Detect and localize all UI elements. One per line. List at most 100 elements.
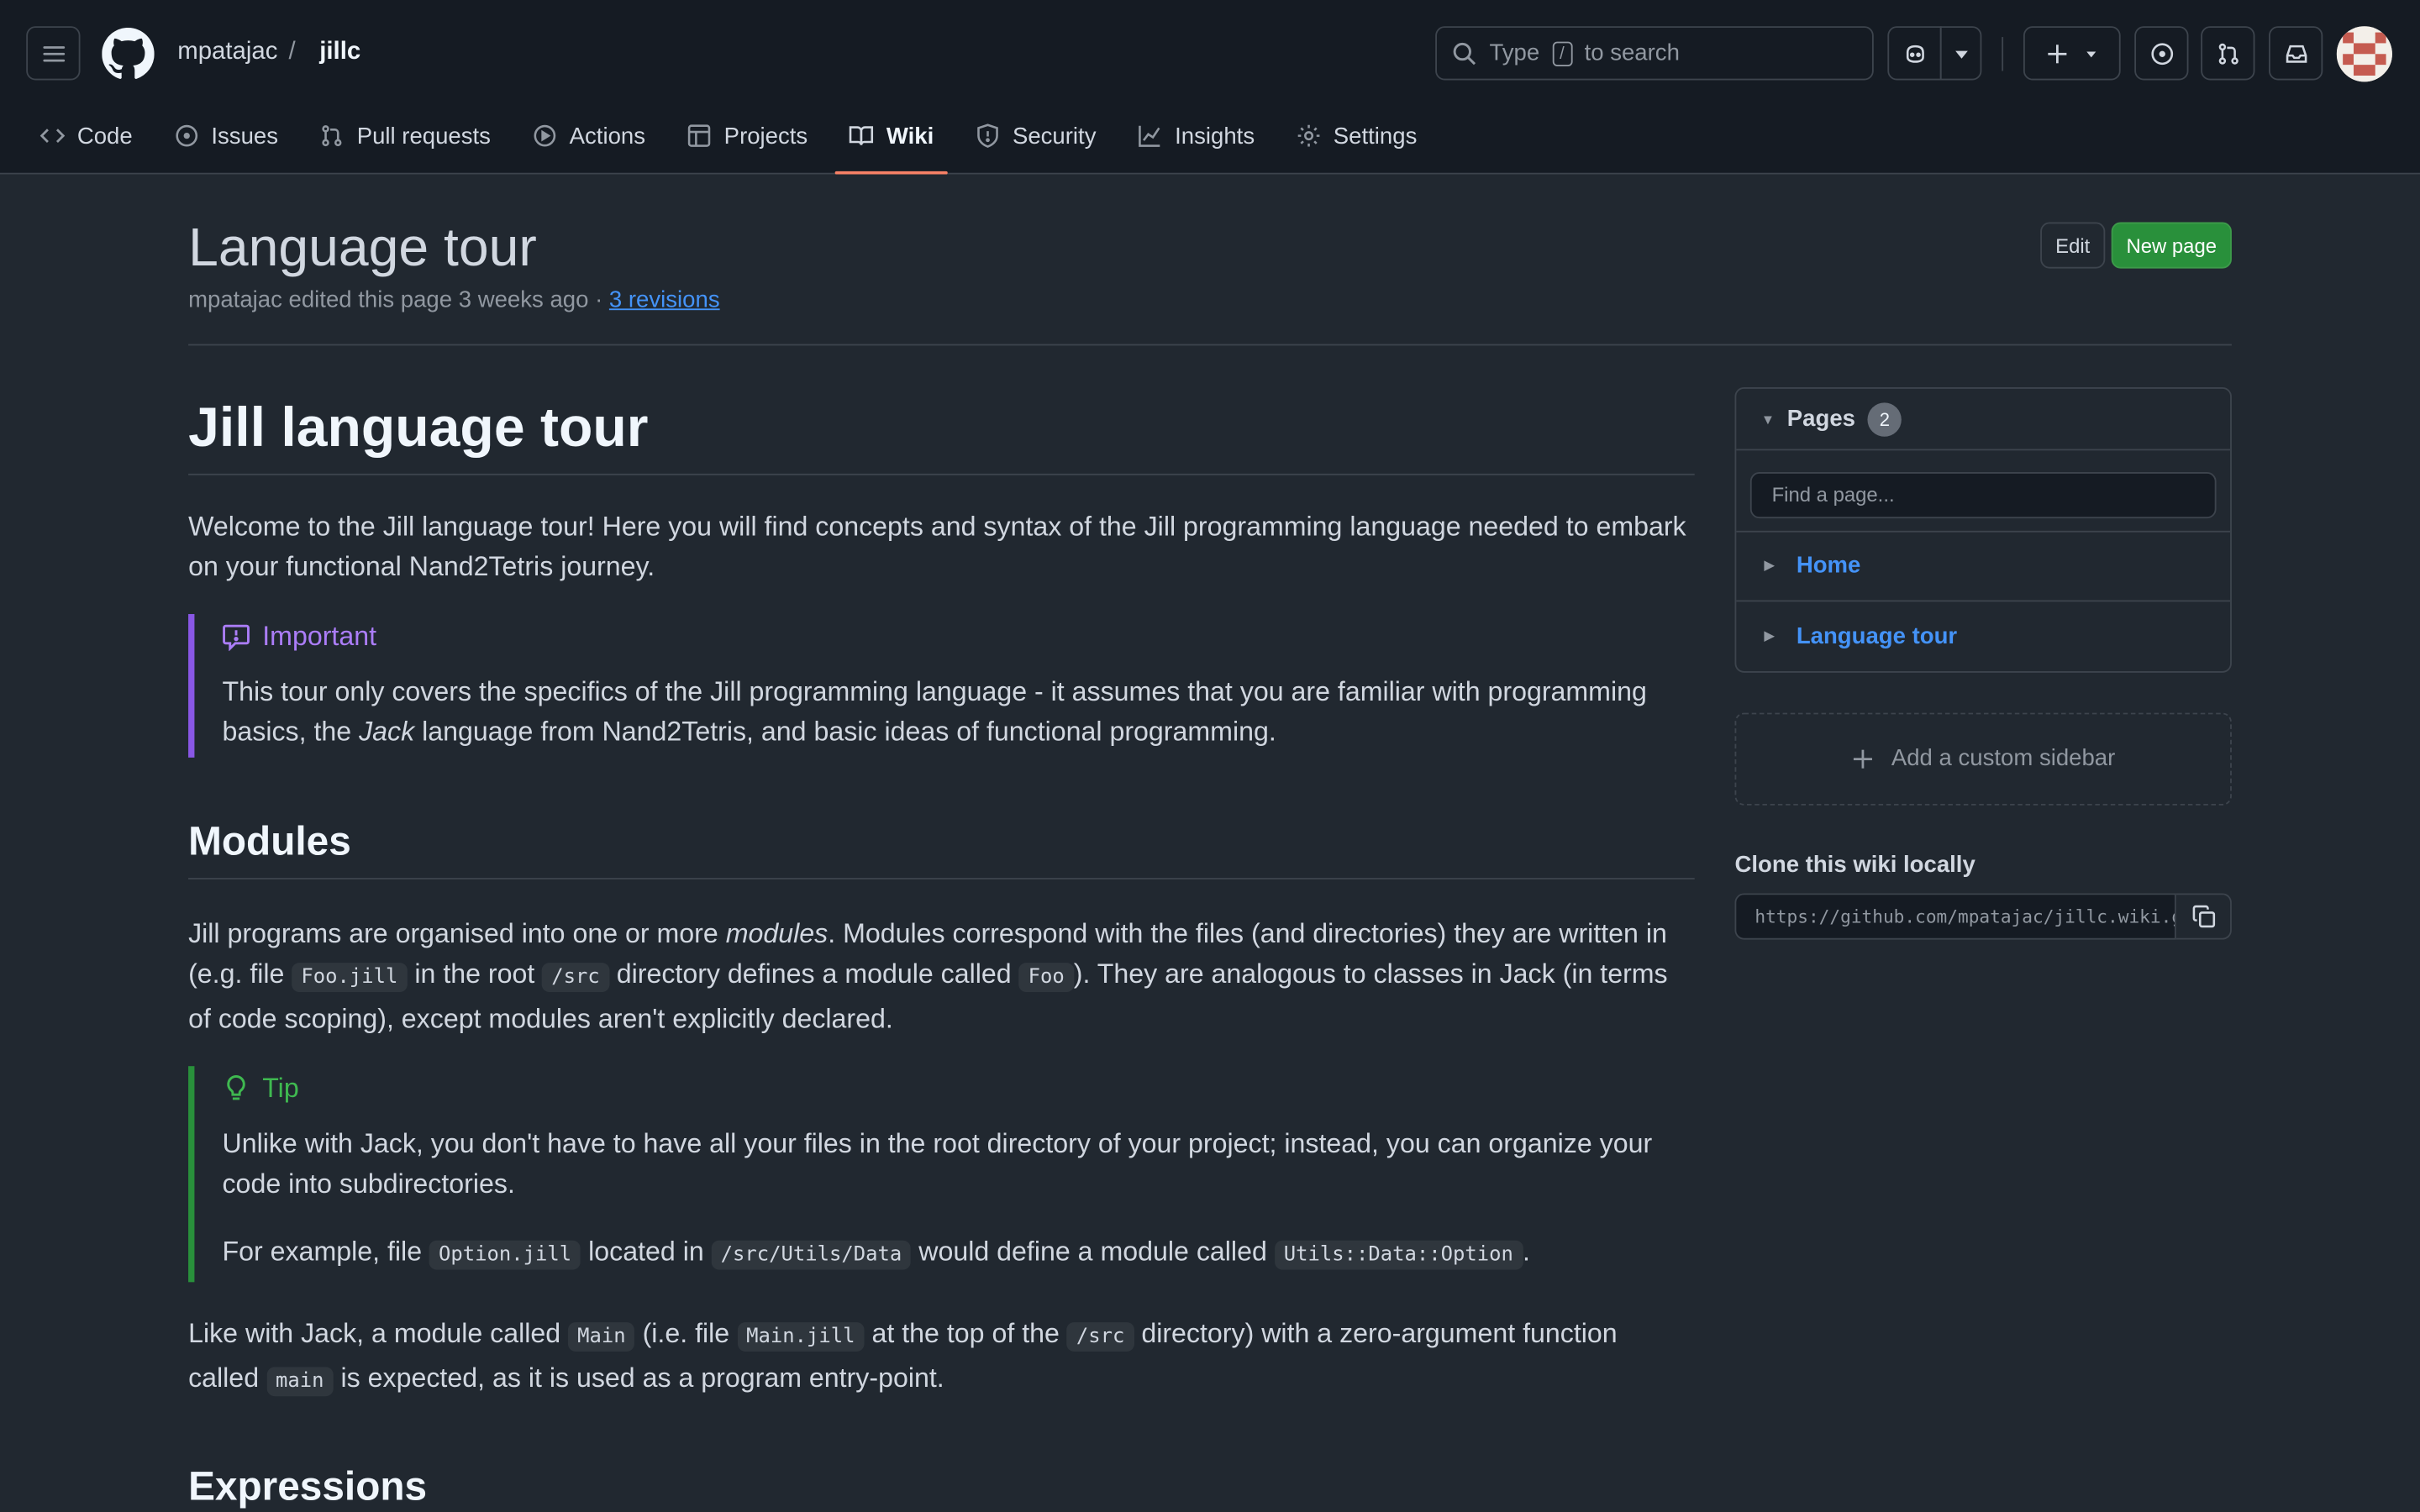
github-logo-icon[interactable] (102, 28, 155, 80)
tab-label: Security (1012, 123, 1097, 150)
inline-code: Foo (1018, 962, 1074, 992)
tab-projects[interactable]: Projects (673, 108, 822, 164)
pages-count-badge: 2 (1867, 402, 1902, 436)
text-run: For example, file (222, 1235, 430, 1267)
tab-settings[interactable]: Settings (1282, 108, 1431, 164)
tip-paragraph: Unlike with Jack, you don't have to have… (222, 1126, 1653, 1199)
search-input[interactable]: Type / to search (1435, 26, 1874, 81)
clone-url: https://github.com/mpatajac/jillc.wiki.g… (1754, 905, 2176, 927)
intro-paragraph: Welcome to the Jill language tour! Here … (188, 510, 1686, 582)
tab-label: Actions (569, 123, 646, 150)
issue-icon (2150, 42, 2173, 65)
inbox-button[interactable] (2269, 26, 2323, 81)
inline-code: Option.jill (429, 1239, 581, 1269)
page-meta: mpatajac edited this page 3 weeks ago · … (188, 287, 720, 313)
important-paragraph: This tour only covers the specifics of t… (222, 671, 1694, 752)
copilot-button[interactable] (1887, 26, 1942, 81)
header-divider (2002, 37, 2004, 71)
page-title: Language tour (188, 217, 537, 278)
text-run: in the root (407, 957, 543, 989)
modules-heading: Modules (188, 816, 1695, 879)
tab-security[interactable]: Security (961, 108, 1110, 164)
new-page-button[interactable]: New page (2111, 222, 2232, 269)
search-prefix: Type (1489, 39, 1540, 66)
user-avatar[interactable] (2336, 26, 2392, 82)
menu-button[interactable] (26, 26, 81, 81)
repo-nav-tabs: Code Issues Pull requests Actions Projec… (26, 108, 1444, 175)
breadcrumb-owner[interactable]: mpatajac (177, 39, 277, 66)
find-page-input[interactable] (1749, 471, 2217, 518)
pages-box: ▼ Pages 2 ▶ Home ▶ Language tour (1734, 387, 2232, 672)
copilot-icon (1906, 44, 1923, 62)
repo-header: mpatajac / jillc Type / to search Code I… (0, 0, 2420, 175)
text-run: at the top of the (864, 1316, 1067, 1348)
add-custom-sidebar-button[interactable]: Add a custom sidebar (1734, 711, 2232, 805)
sidebar-page-home[interactable]: ▶ Home (1736, 532, 2231, 601)
tip-alert-title: Tip (222, 1072, 1694, 1105)
issue-icon (176, 124, 197, 147)
tab-issues[interactable]: Issues (160, 108, 292, 164)
pages-toggle[interactable]: ▼ Pages 2 (1736, 389, 2231, 451)
tab-label: Issues (211, 123, 279, 150)
code-icon (39, 129, 66, 143)
pull-request-icon (2217, 42, 2238, 64)
breadcrumb-separator: / (288, 38, 296, 66)
tip-alert: Tip Unlike with Jack, you don't have to … (188, 1065, 1695, 1282)
page-link[interactable]: Language tour (1797, 622, 1957, 648)
text-run: Jill programs are organised into one or … (188, 916, 726, 948)
inline-code: Main.jill (737, 1321, 865, 1352)
wiki-sidebar: ▼ Pages 2 ▶ Home ▶ Language tour A (1734, 387, 2232, 939)
plus-icon (2047, 44, 2066, 63)
important-alert: Important This tour only covers the spec… (188, 614, 1695, 758)
text-run: located in (581, 1235, 712, 1267)
tab-pull-requests[interactable]: Pull requests (306, 108, 504, 164)
clone-url-input[interactable]: https://github.com/mpatajac/jillc.wiki.g… (1734, 892, 2176, 939)
copilot-dropdown-button[interactable] (1939, 26, 1982, 81)
find-page-wrap (1736, 450, 2231, 532)
tab-insights[interactable]: Insights (1124, 108, 1269, 164)
triangle-right-icon[interactable]: ▶ (1764, 627, 1775, 644)
tab-label: Projects (723, 123, 808, 150)
revisions-link[interactable]: 3 revisions (609, 287, 720, 313)
copy-url-button[interactable] (2175, 892, 2232, 939)
tab-wiki[interactable]: Wiki (835, 108, 948, 175)
tab-label: Insights (1175, 123, 1255, 150)
triangle-down-icon (1954, 50, 1967, 58)
pull-requests-button[interactable] (2201, 26, 2255, 81)
tab-actions[interactable]: Actions (518, 108, 660, 164)
breadcrumb-repo[interactable]: jillc (319, 39, 360, 66)
sidebar-page-language-tour[interactable]: ▶ Language tour (1736, 601, 2230, 670)
article-heading: Jill language tour (188, 391, 1695, 475)
table-icon (688, 124, 711, 147)
modules-paragraph: Jill programs are organised into one or … (188, 912, 1695, 1037)
avatar-identicon (2336, 26, 2392, 82)
text-run: . (1522, 1235, 1530, 1267)
emphasis: modules (725, 916, 829, 948)
report-icon (223, 623, 250, 651)
text-run: Like with Jack, a module called (188, 1316, 569, 1348)
inline-code: main (266, 1366, 334, 1396)
tip-example-paragraph: For example, file Option.jill located in… (222, 1231, 1694, 1275)
page-meta-text: mpatajac edited this page 3 weeks ago · (188, 286, 609, 313)
book-icon (850, 126, 874, 145)
alert-title-text: Important (262, 620, 377, 652)
graph-icon (1139, 125, 1160, 147)
issues-button[interactable] (2134, 26, 2189, 81)
text-run: would define a module called (911, 1235, 1275, 1267)
search-suffix: to search (1584, 39, 1680, 66)
wiki-article: Jill language tour Welcome to the Jill l… (188, 391, 1695, 1512)
inline-code: /src (542, 962, 609, 992)
inline-code: Foo.jill (292, 962, 408, 992)
triangle-right-icon[interactable]: ▶ (1764, 557, 1775, 574)
clone-title: Clone this wiki locally (1734, 850, 1975, 878)
pull-request-icon (322, 125, 342, 147)
create-new-button[interactable] (2023, 26, 2121, 81)
shield-icon (977, 123, 998, 148)
page-link[interactable]: Home (1797, 553, 1861, 579)
tab-label: Pull requests (356, 123, 491, 150)
inbox-icon (2285, 44, 2307, 62)
plus-icon (1854, 748, 1873, 768)
text-run: directory defines a module called (608, 957, 1019, 989)
tab-code[interactable]: Code (26, 108, 146, 164)
edit-button[interactable]: Edit (2040, 222, 2106, 269)
